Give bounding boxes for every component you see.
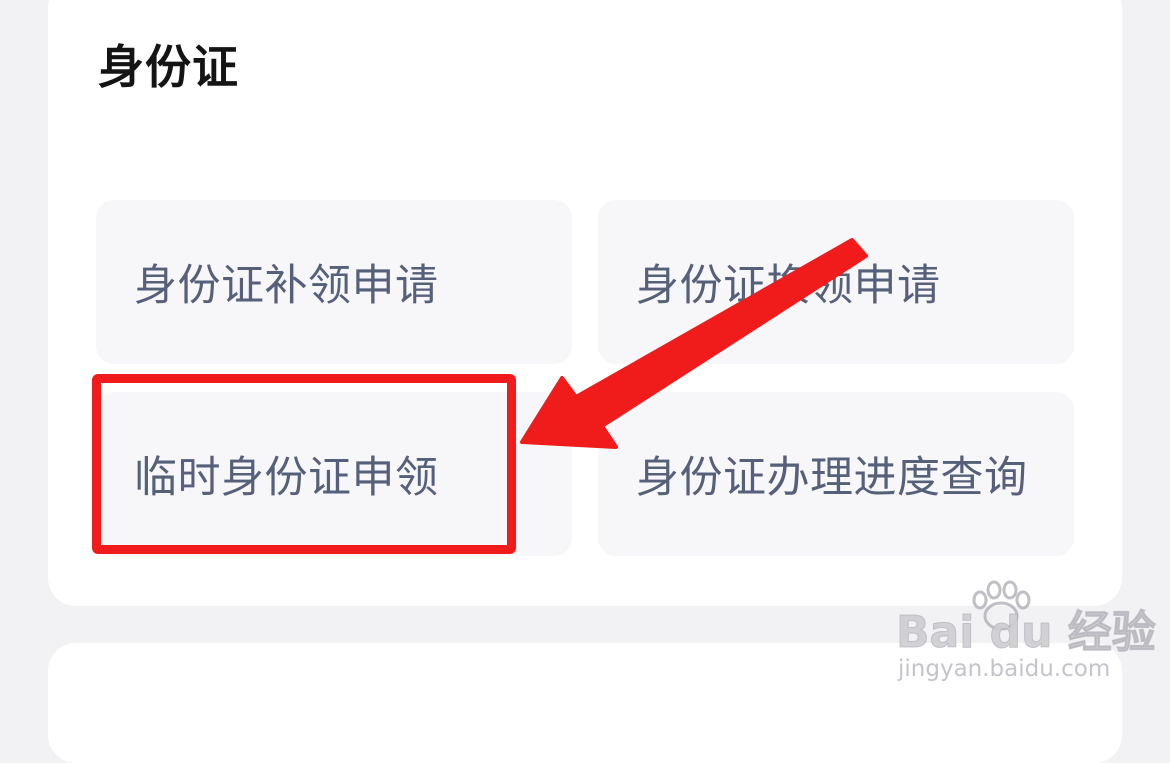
id-card-services-card: 身份证 身份证补领申请 身份证换领申请 临时身份证申领 身份证办理进度查询 (48, 0, 1122, 606)
tile-label: 临时身份证申领 (134, 453, 439, 503)
tile-label: 身份证换领申请 (636, 261, 941, 311)
tile-label: 身份证补领申请 (134, 261, 439, 311)
reissue-application-tile[interactable]: 身份证补领申请 (96, 200, 572, 364)
progress-query-tile[interactable]: 身份证办理进度查询 (598, 392, 1074, 556)
section-title: 身份证 (98, 40, 239, 94)
next-card (48, 643, 1122, 763)
renewal-application-tile[interactable]: 身份证换领申请 (598, 200, 1074, 364)
tile-label: 身份证办理进度查询 (636, 453, 1028, 503)
temporary-id-application-tile[interactable]: 临时身份证申领 (96, 392, 572, 556)
